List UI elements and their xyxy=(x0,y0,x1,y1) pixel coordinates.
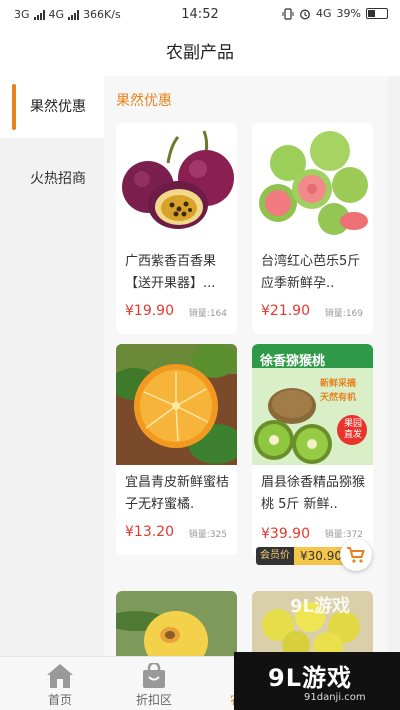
watermark-logo-text: 9L游戏 xyxy=(268,664,352,692)
cart-icon xyxy=(347,547,365,563)
banner-line2: 天然有机 xyxy=(320,393,357,403)
product-grid: 果然优惠 广西紫香百香果【送开果器】... ¥19.90 销量:164 台湾红心… xyxy=(104,76,388,656)
member-price-badge: 会员价 ¥30.90 xyxy=(256,547,348,565)
product-image xyxy=(116,591,237,656)
product-name: 台湾红心芭乐5斤 应季新鲜孕.. xyxy=(261,254,361,291)
product-sales: 销量:164 xyxy=(188,309,227,319)
watermark-logo: 9L游戏 91danji.com xyxy=(234,652,400,710)
battery-percent: 39% xyxy=(336,7,361,20)
network-type: 4G xyxy=(316,7,332,20)
app-screen: 3G 4G 366K/s 14:52 4G 39% 农副产品 果然优惠 火热招商… xyxy=(0,0,400,710)
product-card[interactable]: 宜昌青皮新鲜蜜桔子无籽蜜橘. ¥13.20 销量:325 xyxy=(116,344,237,555)
product-card[interactable]: 台湾红心芭乐5斤 应季新鲜孕.. ¥21.90 销量:169 xyxy=(252,123,373,334)
battery-icon xyxy=(366,8,388,19)
product-sales: 销量:325 xyxy=(188,530,227,540)
home-icon xyxy=(47,664,73,688)
page-title: 农副产品 xyxy=(0,30,400,76)
tab-label: 首页 xyxy=(47,693,72,707)
product-sales: 销量:372 xyxy=(324,530,363,540)
tab-label: 折扣区 xyxy=(135,693,172,707)
product-price: ¥19.90 xyxy=(125,303,174,319)
sidebar-item-label: 火热招商 xyxy=(30,171,86,187)
product-name: 眉县徐香精品猕猴桃 5斤 新鲜.. xyxy=(261,475,366,512)
product-image xyxy=(252,123,373,244)
product-card[interactable]: 徐香猕猴桃 新鲜采摘 天然有机 果园直发 眉县徐香精品猕猴桃 5斤 新鲜.. ¥… xyxy=(252,344,373,555)
product-name: 广西紫香百香果【送开果器】... xyxy=(125,254,217,291)
watermark-overlay: 9L游戏 xyxy=(290,596,350,617)
tab-discount[interactable]: 折扣区 xyxy=(104,657,204,710)
vibrate-icon xyxy=(282,7,294,20)
product-card[interactable]: 广西紫香百香果【送开果器】... ¥19.90 销量:164 xyxy=(116,123,237,334)
watermark-url: 91danji.com xyxy=(304,692,366,703)
product-sales: 销量:169 xyxy=(324,309,363,319)
product-image xyxy=(116,344,237,465)
product-price: ¥21.90 xyxy=(261,303,310,319)
add-to-cart-button[interactable] xyxy=(340,539,372,571)
product-price: ¥13.20 xyxy=(125,524,174,540)
banner-badge: 果园直发 xyxy=(343,419,362,440)
tab-home[interactable]: 首页 xyxy=(10,657,110,710)
section-title: 果然优惠 xyxy=(116,93,172,109)
sidebar-item-deals[interactable]: 果然优惠 xyxy=(0,76,104,138)
product-card[interactable] xyxy=(116,591,237,656)
product-name: 宜昌青皮新鲜蜜桔子无籽蜜橘. xyxy=(125,475,230,512)
banner-line1: 新鲜采摘 xyxy=(320,379,357,389)
product-image: 徐香猕猴桃 新鲜采摘 天然有机 果园直发 xyxy=(252,344,373,465)
product-price: ¥39.90 xyxy=(261,526,310,542)
sidebar-item-investment[interactable]: 火热招商 xyxy=(0,148,104,210)
alarm-icon xyxy=(300,9,310,19)
product-image xyxy=(116,123,237,244)
status-right: 4G 39% xyxy=(282,7,388,20)
category-sidebar: 果然优惠 火热招商 xyxy=(0,76,104,656)
member-price-tag: 会员价 xyxy=(256,547,294,565)
sidebar-item-label: 果然优惠 xyxy=(30,99,86,115)
bag-icon xyxy=(143,663,165,688)
status-bar: 3G 4G 366K/s 14:52 4G 39% xyxy=(0,0,400,30)
